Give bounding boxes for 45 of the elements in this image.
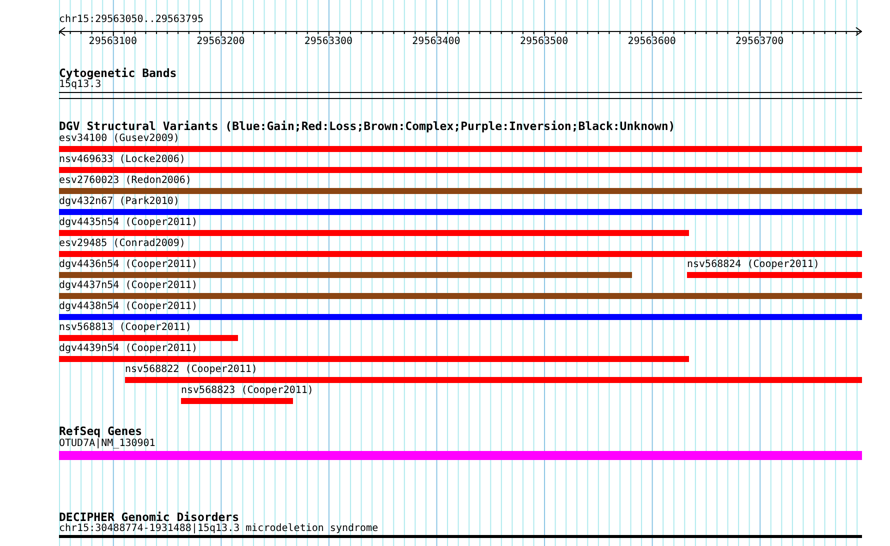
tick-label: 29563600: [628, 36, 676, 48]
variant-bar[interactable]: [59, 251, 862, 257]
variant-bar[interactable]: [181, 398, 293, 404]
tick-label: 29563200: [196, 36, 245, 48]
track-title: RefSeq Genes: [59, 425, 142, 437]
variant-bar[interactable]: [59, 230, 689, 236]
tick-label: 29563300: [304, 36, 353, 48]
variant-label: dgv4438n54 (Cooper2011): [59, 301, 198, 313]
variant-label: nsv568813 (Cooper2011): [59, 322, 192, 334]
variant-bar[interactable]: [59, 356, 689, 362]
variant-label: nsv568824 (Cooper2011): [687, 259, 820, 271]
variant-bar[interactable]: [59, 167, 862, 173]
disorder-label: chr15:30488774-1931488|15q13.3 microdeletion syndrome: [59, 523, 378, 535]
tick-label: 29563100: [88, 36, 137, 48]
track-title: DECIPHER Genomic Disorders: [59, 511, 240, 523]
variant-bar[interactable]: [59, 272, 632, 278]
gene-label: OTUD7A|NM_130901: [59, 438, 156, 450]
variant-label: nsv568822 (Cooper2011): [125, 364, 258, 376]
variant-bar[interactable]: [59, 209, 862, 215]
variant-bar[interactable]: [59, 293, 862, 299]
variant-label: nsv568823 (Cooper2011): [181, 385, 314, 397]
variant-label: dgv4435n54 (Cooper2011): [59, 217, 198, 229]
variant-label: nsv469633 (Locke2006): [59, 154, 186, 166]
variant-label: dgv4439n54 (Cooper2011): [59, 343, 198, 355]
disorder-bar[interactable]: [59, 535, 862, 538]
variant-label: dgv4437n54 (Cooper2011): [59, 280, 198, 292]
variant-label: esv29485 (Conrad2009): [59, 238, 186, 250]
variant-label: dgv4436n54 (Cooper2011): [59, 259, 198, 271]
track-title: Cytogenetic Bands: [59, 67, 177, 79]
region-coordinates: chr15:29563050..29563795: [59, 14, 204, 26]
gene-bar[interactable]: [59, 451, 862, 460]
variant-bar[interactable]: [59, 188, 862, 194]
variant-label: esv34100 (Gusev2009): [59, 133, 180, 145]
tick-label: 29563400: [412, 36, 460, 48]
tick-label: 29563700: [736, 36, 784, 48]
band-label: 15q13.3: [59, 79, 102, 91]
variant-bar[interactable]: [59, 314, 862, 320]
variant-bar[interactable]: [125, 377, 862, 383]
variant-bar[interactable]: [59, 146, 862, 152]
variant-bar[interactable]: [59, 335, 238, 341]
variant-label: esv2760023 (Redon2006): [59, 175, 192, 187]
track-title: DGV Structural Variants (Blue:Gain;Red:Loss;Brown:Complex;Purple:Inversion;Black:Unknown): [59, 120, 676, 132]
tick-label: 29563500: [520, 36, 568, 48]
variant-bar[interactable]: [687, 272, 862, 278]
variant-label: dgv432n67 (Park2010): [59, 196, 180, 208]
